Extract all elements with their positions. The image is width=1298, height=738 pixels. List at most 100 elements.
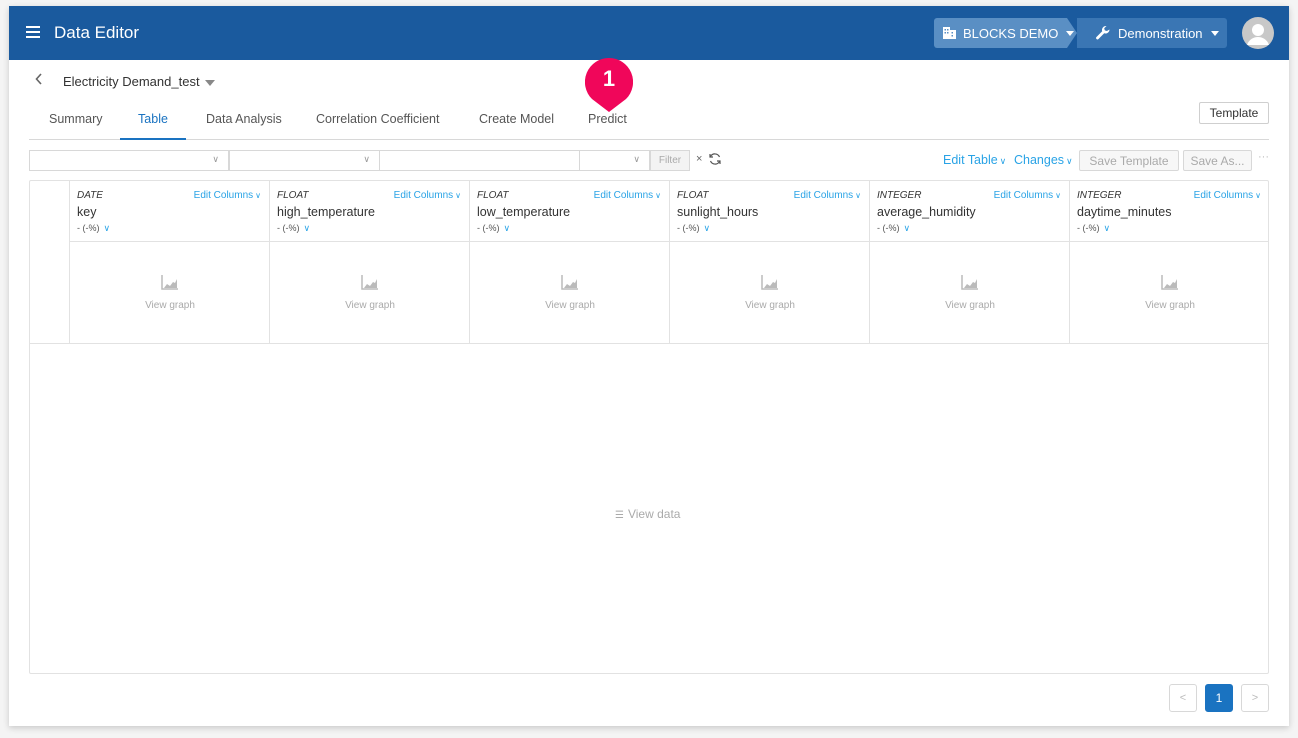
view-graph-label: View graph [745,300,795,311]
edit-columns-label: Edit Columns [193,190,254,201]
view-data-button[interactable]: ☰ View data [615,507,680,521]
edit-columns-dropdown[interactable]: Edit Columns ∨ [794,190,861,201]
column-daytime_minutes: INTEGER Edit Columns ∨ daytime_minutes - (-%… [1070,181,1268,343]
chevron-down-icon: ∨ [703,223,711,233]
edit-columns-label: Edit Columns [393,190,454,201]
template-button[interactable]: Template [1199,102,1269,124]
filter-button[interactable]: Filter [650,150,690,171]
column-stat: - (-%) [77,223,100,233]
chevron-down-icon: ∨ [303,223,311,233]
column-stat-dropdown[interactable]: - (-%) ∨ [477,223,510,234]
organization-selector[interactable]: BLOCKS DEMO [934,18,1077,48]
pagination-next-button[interactable]: > [1241,684,1269,712]
edit-table-label: Edit Table [943,153,998,167]
clear-filter-icon[interactable]: × [696,153,702,165]
back-button[interactable] [35,72,43,90]
column-type: INTEGER [877,190,922,201]
tab-create-model[interactable]: Create Model [479,112,554,140]
annotation-number: 1 [602,66,616,91]
pagination-prev-button[interactable]: < [1169,684,1197,712]
view-graph-button[interactable]: View graph [870,242,1069,342]
save-template-button[interactable]: Save Template [1079,150,1179,171]
column-stat-dropdown[interactable]: - (-%) ∨ [877,223,910,234]
column-high_temperature: FLOAT Edit Columns ∨ high_temperature - (-%)… [270,181,470,343]
column-header: FLOAT Edit Columns ∨ low_temperature - (-%) ∨ [470,181,669,242]
column-key: DATE Edit Columns ∨ key - (-%) ∨ View graph [70,181,270,343]
project-selector[interactable]: Demonstration [1077,18,1227,48]
changes-label: Changes [1014,153,1065,167]
column-type: FLOAT [477,190,509,201]
pagination-page-1[interactable]: 1 [1205,684,1233,712]
tab-table[interactable]: Table [120,112,186,140]
column-stat-dropdown[interactable]: - (-%) ∨ [277,223,310,234]
changes-dropdown[interactable]: Changes ∨ [1014,153,1073,167]
view-graph-button[interactable]: View graph [470,242,669,342]
column-header: INTEGER Edit Columns ∨ daytime_minutes - (-%… [1070,181,1268,242]
caret-down-icon [1066,30,1075,36]
step-annotation-badge: 1 [584,57,634,112]
column-name: daytime_minutes [1077,205,1172,219]
edit-columns-dropdown[interactable]: Edit Columns ∨ [994,190,1061,201]
app-header: Data Editor BLOCKS DEMO Demonstration [9,6,1289,60]
edit-columns-dropdown[interactable]: Edit Columns ∨ [394,190,461,201]
column-name: high_temperature [277,205,375,219]
tab-correlation-coefficient[interactable]: Correlation Coefficient [316,112,439,140]
column-sunlight_hours: FLOAT Edit Columns ∨ sunlight_hours - (-%) ∨ V… [670,181,870,343]
column-stat-dropdown[interactable]: - (-%) ∨ [1077,223,1110,234]
area-chart-icon [361,275,378,290]
column-name: sunlight_hours [677,205,759,219]
view-graph-button[interactable]: View graph [70,242,269,342]
user-avatar[interactable] [1242,17,1274,49]
tab-predict[interactable]: Predict [588,112,627,140]
area-chart-icon [161,275,178,290]
column-stat: - (-%) [277,223,300,233]
chevron-down-icon: ∨ [1255,191,1261,200]
refresh-icon[interactable] [708,152,722,171]
list-icon: ☰ [615,510,624,521]
column-name: key [77,205,97,219]
chevron-down-icon: ∨ [999,156,1007,166]
more-options-icon[interactable]: ··· [1258,151,1269,163]
edit-columns-dropdown[interactable]: Edit Columns ∨ [194,190,261,201]
edit-columns-label: Edit Columns [993,190,1054,201]
view-graph-button[interactable]: View graph [1070,242,1268,342]
edit-columns-dropdown[interactable]: Edit Columns ∨ [594,190,661,201]
view-graph-button[interactable]: View graph [270,242,469,342]
column-stat: - (-%) [877,223,900,233]
column-stat: - (-%) [1077,223,1100,233]
view-graph-label: View graph [545,300,595,311]
edit-columns-dropdown[interactable]: Edit Columns ∨ [1194,190,1261,201]
column-name: average_humidity [877,205,976,219]
chevron-down-icon: ∨ [1055,191,1061,200]
chevron-down-icon: ∨ [1066,156,1073,166]
filter-column-select[interactable]: ∨ [29,150,229,171]
column-stat-dropdown[interactable]: - (-%) ∨ [677,223,710,234]
save-as-button[interactable]: Save As... [1183,150,1252,171]
chevron-left-icon [35,73,42,85]
edit-columns-label: Edit Columns [793,190,854,201]
filter-value-input[interactable] [379,150,580,171]
filter-operator-select[interactable]: ∨ [229,150,380,171]
column-header: INTEGER Edit Columns ∨ average_humidity - (-… [870,181,1069,242]
chevron-down-icon: ∨ [633,154,640,164]
column-stat-dropdown[interactable]: - (-%) ∨ [77,223,110,234]
data-table: DATE Edit Columns ∨ key - (-%) ∨ View graph FLO… [29,180,1269,674]
area-chart-icon [1161,275,1178,290]
view-graph-label: View graph [345,300,395,311]
tab-summary[interactable]: Summary [49,112,102,140]
chevron-down-icon: ∨ [1103,223,1111,233]
wrench-icon [1096,25,1110,40]
chevron-down-icon: ∨ [655,191,661,200]
tab-bar: Summary Table Data Analysis Correlation … [29,106,1269,140]
hamburger-menu-icon[interactable] [26,26,40,38]
filter-type-select[interactable]: ∨ [579,150,650,171]
area-chart-icon [561,275,578,290]
chevron-down-icon: ∨ [455,191,461,200]
chevron-down-icon: ∨ [903,223,911,233]
view-graph-button[interactable]: View graph [670,242,869,342]
dataset-selector[interactable]: Electricity Demand_test [63,74,215,89]
tab-data-analysis[interactable]: Data Analysis [206,112,282,140]
column-type: FLOAT [277,190,309,201]
chevron-down-icon: ∨ [363,154,370,164]
edit-table-dropdown[interactable]: Edit Table ∨ [943,153,1006,167]
